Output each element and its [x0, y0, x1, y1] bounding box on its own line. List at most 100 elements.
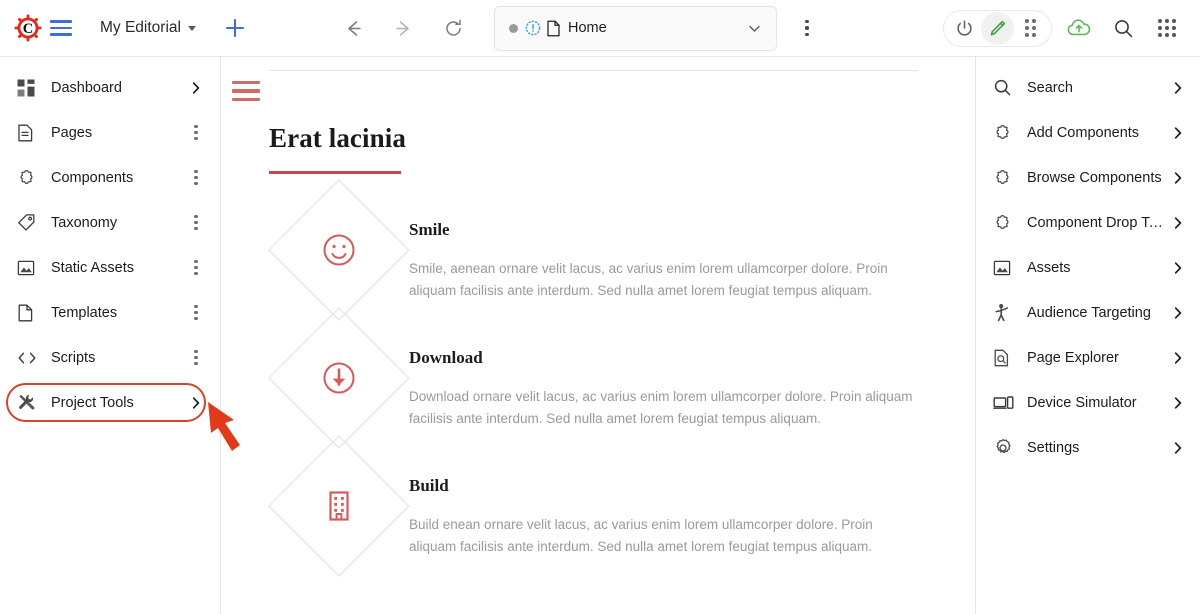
- cloud-upload-icon[interactable]: [1062, 11, 1096, 45]
- plus-icon[interactable]: [220, 13, 250, 43]
- building-icon: [317, 484, 361, 528]
- chevron-down-icon[interactable]: [746, 20, 763, 37]
- chevron-right-icon: [1170, 126, 1186, 140]
- page-title: Erat lacinia: [269, 123, 406, 153]
- kebab-menu-icon[interactable]: [794, 15, 820, 41]
- feature-item: Smile Smile, aenean ornare velit lacus, …: [268, 179, 975, 322]
- svg-text:C: C: [23, 21, 33, 37]
- right-panel-item-label: Settings: [1027, 439, 1080, 456]
- smiley-face-icon: [317, 228, 361, 272]
- right-panel-item-search[interactable]: Search: [976, 65, 1200, 110]
- sidebar-item-taxonomy[interactable]: Taxonomy: [0, 200, 220, 245]
- sidebar-item-label: Components: [51, 169, 134, 186]
- left-sidebar: Dashboard Pages Components Taxonomy Stat…: [0, 57, 221, 614]
- feature-icon-frame: [268, 307, 410, 449]
- kebab-menu-icon[interactable]: [186, 349, 206, 366]
- gear-c-logo[interactable]: C: [14, 14, 42, 42]
- device-simulator-icon: [993, 395, 1015, 411]
- diamond-frame: [268, 179, 410, 322]
- chevron-right-icon: [1170, 261, 1186, 275]
- right-panel-item-label: Device Simulator: [1027, 394, 1137, 411]
- kebab-menu-icon[interactable]: [186, 304, 206, 321]
- sidebar-item-label: Static Assets: [51, 259, 135, 276]
- chevron-right-icon: [186, 81, 206, 95]
- right-panel-item-audience-targeting[interactable]: Audience Targeting: [976, 290, 1200, 335]
- sidebar-item-scripts[interactable]: Scripts: [0, 335, 220, 380]
- right-panel-item-add-components[interactable]: Add Components: [976, 110, 1200, 155]
- sidebar-item-label: Templates: [51, 304, 118, 321]
- feature-icon-frame: [268, 435, 410, 577]
- feature-title: Download: [409, 348, 483, 368]
- sidebar-item-label: Dashboard: [51, 79, 122, 96]
- page-file-icon: [17, 124, 39, 142]
- content-hamburger-icon[interactable]: [232, 81, 260, 102]
- browser-nav-group: [342, 16, 466, 40]
- sidebar-item-label: Scripts: [51, 349, 96, 366]
- diamond-frame: [268, 435, 410, 577]
- right-panel-item-label: Add Components: [1027, 124, 1140, 141]
- dashboard-grid-icon: [17, 79, 39, 97]
- kebab-menu-icon[interactable]: [186, 214, 206, 231]
- address-bar[interactable]: Home: [493, 5, 777, 51]
- dots-grid-icon[interactable]: [1014, 12, 1047, 45]
- image-icon: [17, 259, 39, 277]
- top-toolbar: C My Editorial Home: [0, 0, 1200, 57]
- power-icon[interactable]: [948, 12, 981, 45]
- search-icon[interactable]: [1106, 11, 1140, 45]
- page-file-icon: [546, 20, 561, 37]
- sidebar-item-static-assets[interactable]: Static Assets: [0, 245, 220, 290]
- sidebar-item-label: Project Tools: [51, 394, 134, 411]
- puzzle-piece-icon: [993, 123, 1015, 142]
- sidebar-item-project-tools[interactable]: Project Tools: [0, 380, 220, 425]
- sidebar-item-label: Taxonomy: [51, 214, 118, 231]
- sidebar-item-templates[interactable]: Templates: [0, 290, 220, 335]
- content-inner: Erat lacinia Smile Smile, aenean ornare …: [221, 70, 975, 577]
- right-panel-item-label: Page Explorer: [1027, 349, 1119, 366]
- sidebar-item-label: Pages: [51, 124, 93, 141]
- content-top-divider: [269, 70, 918, 71]
- feature-description: Download ornare velit lacus, ac varius e…: [409, 389, 913, 426]
- reload-icon[interactable]: [442, 16, 466, 40]
- sidebar-item-pages[interactable]: Pages: [0, 110, 220, 155]
- arrow-left-icon[interactable]: [342, 16, 366, 40]
- right-panel-item-assets[interactable]: Assets: [976, 245, 1200, 290]
- right-panel: Search Add Components Browse Components …: [975, 57, 1200, 614]
- feature-text: Build Build enean ornare velit lacus, ac…: [409, 450, 975, 558]
- arrow-right-icon[interactable]: [392, 16, 416, 40]
- right-panel-item-device-simulator[interactable]: Device Simulator: [976, 380, 1200, 425]
- kebab-menu-icon[interactable]: [186, 169, 206, 186]
- feature-description: Smile, aenean ornare velit lacus, ac var…: [409, 261, 888, 299]
- page-search-icon: [993, 349, 1015, 367]
- app-body: Dashboard Pages Components Taxonomy Stat…: [0, 57, 1200, 614]
- search-icon: [993, 78, 1015, 97]
- feature-icon-frame: [268, 179, 410, 322]
- sidebar-item-components[interactable]: Components: [0, 155, 220, 200]
- site-selector[interactable]: My Editorial: [100, 19, 196, 37]
- sidebar-item-dashboard[interactable]: Dashboard: [0, 65, 220, 110]
- title-underline: [269, 171, 401, 175]
- kebab-menu-icon[interactable]: [186, 259, 206, 276]
- address-bar-text: Home: [567, 20, 607, 36]
- chevron-down-icon: [187, 25, 196, 31]
- main-content: Erat lacinia Smile Smile, aenean ornare …: [221, 57, 975, 614]
- document-icon: [17, 304, 39, 322]
- person-target-icon: [993, 303, 1015, 322]
- feature-item: Build Build enean ornare velit lacus, ac…: [268, 435, 975, 577]
- image-icon: [993, 259, 1015, 277]
- feature-description: Build enean ornare velit lacus, ac variu…: [409, 516, 873, 554]
- kebab-menu-icon[interactable]: [186, 124, 206, 141]
- app-grid-icon[interactable]: [1150, 11, 1184, 45]
- warning-circle-icon: [525, 20, 541, 36]
- right-panel-item-label: Component Drop Ta…: [1027, 214, 1170, 231]
- pencil-edit-icon[interactable]: [981, 11, 1014, 45]
- chevron-right-icon: [1170, 306, 1186, 320]
- right-panel-item-page-explorer[interactable]: Page Explorer: [976, 335, 1200, 380]
- gear-icon: [993, 438, 1015, 458]
- right-panel-item-component-drop-targets[interactable]: Component Drop Ta…: [976, 200, 1200, 245]
- chevron-right-icon: [1170, 216, 1186, 230]
- hamburger-menu-icon[interactable]: [50, 15, 80, 41]
- feature-item: Download Download ornare velit lacus, ac…: [268, 307, 975, 449]
- puzzle-piece-icon: [993, 213, 1015, 232]
- right-panel-item-settings[interactable]: Settings: [976, 425, 1200, 470]
- right-panel-item-browse-components[interactable]: Browse Components: [976, 155, 1200, 200]
